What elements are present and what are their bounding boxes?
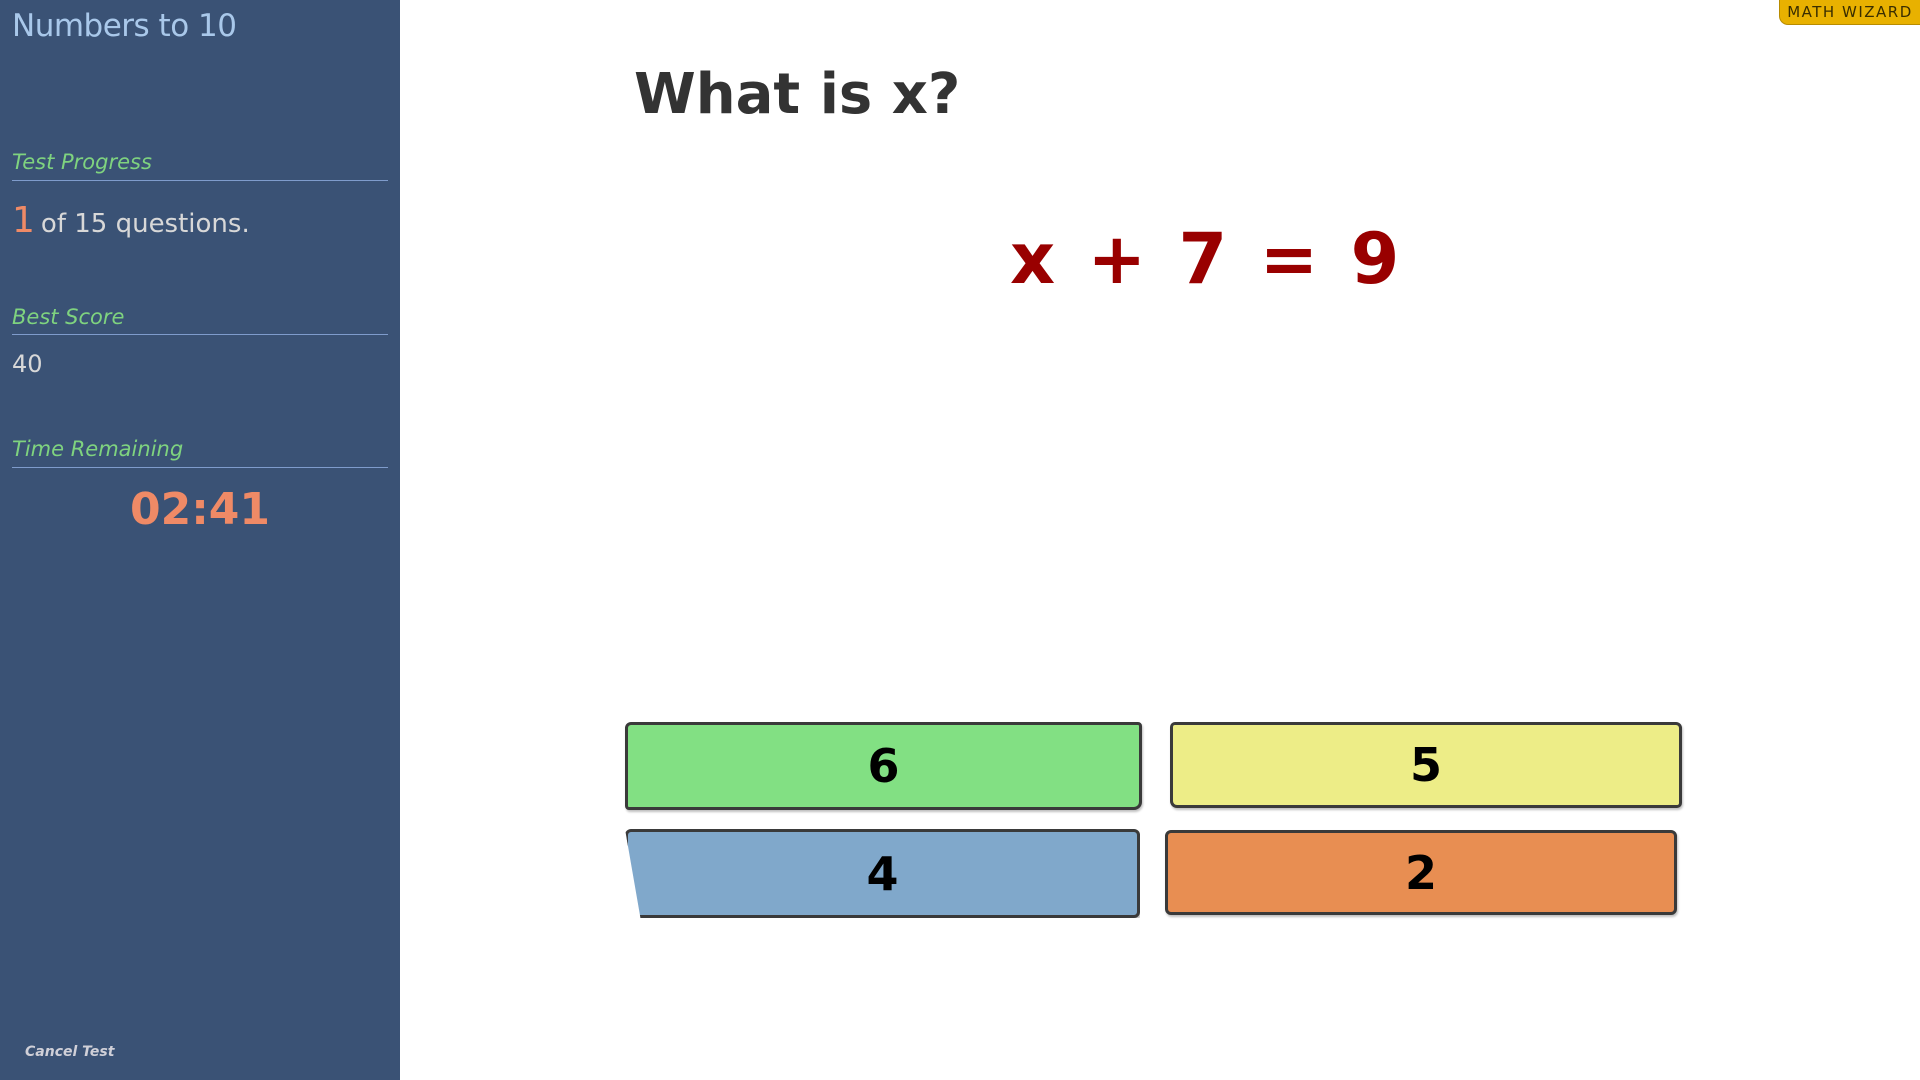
cancel-test-link[interactable]: Cancel Test xyxy=(25,1044,114,1060)
time-remaining-value: 02:41 xyxy=(129,484,271,535)
answer-label: 6 xyxy=(867,739,900,793)
app-title: Numbers to 10 xyxy=(12,8,237,44)
answer-button-4[interactable]: 2 xyxy=(1165,830,1677,915)
current-question: 1 xyxy=(12,200,35,241)
answer-button-3[interactable]: 4 xyxy=(625,829,1140,918)
answer-label: 5 xyxy=(1409,738,1442,792)
equation: x + 7 = 9 xyxy=(1010,218,1404,300)
best-score-label: Best Score xyxy=(12,305,125,329)
divider xyxy=(12,467,388,468)
test-progress-label: Test Progress xyxy=(12,150,152,174)
answer-label: 4 xyxy=(866,846,899,901)
test-progress: 1 of 15 questions. xyxy=(12,200,250,241)
sidebar: Numbers to 10 Test Progress 1 of 15 quest… xyxy=(0,0,400,1080)
answer-button-2[interactable]: 5 xyxy=(1170,722,1682,808)
time-remaining-label: Time Remaining xyxy=(12,437,184,461)
divider xyxy=(12,180,388,181)
best-score-value: 40 xyxy=(12,350,43,378)
math-wizard-badge: MATH WIZARD xyxy=(1779,0,1920,25)
question-title: What is x? xyxy=(634,62,961,127)
answer-button-1[interactable]: 6 xyxy=(625,722,1142,810)
divider xyxy=(12,334,388,335)
progress-suffix: of 15 questions. xyxy=(40,209,250,239)
answer-label: 2 xyxy=(1404,845,1437,900)
